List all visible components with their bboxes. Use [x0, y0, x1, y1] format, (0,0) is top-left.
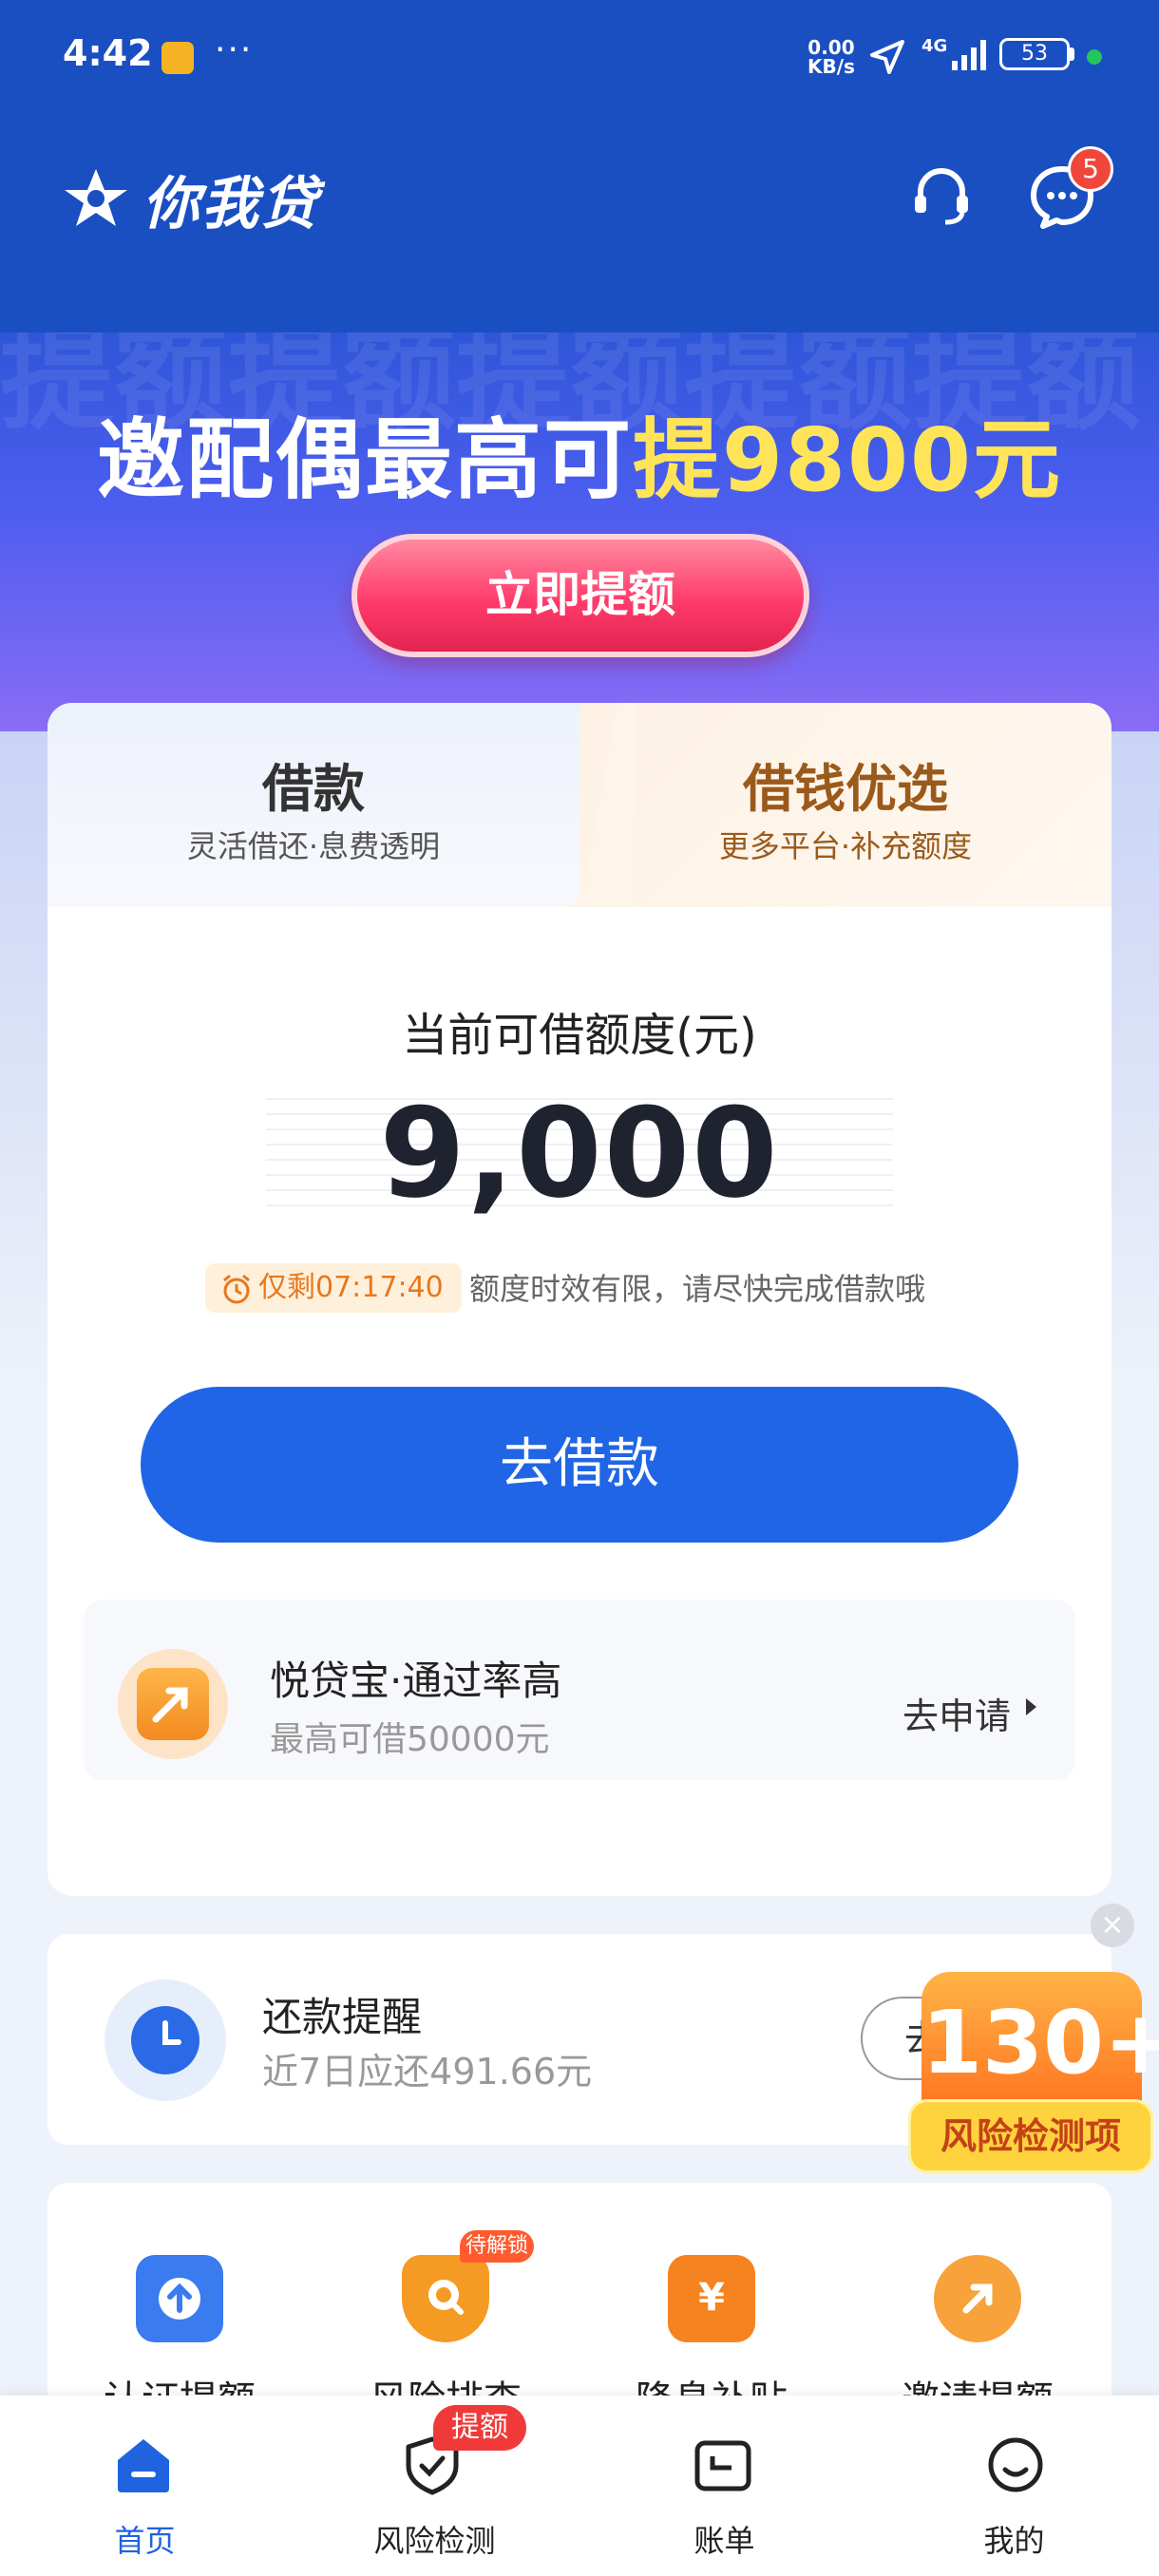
location-arrow-icon	[870, 40, 904, 74]
promo-apply-link[interactable]: 去申请	[902, 1687, 1011, 1739]
borrow-button[interactable]: 去借款	[141, 1387, 1018, 1543]
loan-card: 借款 灵活借还·息费透明 借钱优选 更多平台·补充额度 当前可借额度(元) 9,…	[48, 703, 1112, 1896]
notification-app-icon	[162, 42, 194, 74]
tab-borrow-subtitle: 灵活借还·息费透明	[186, 828, 441, 864]
promo-arrow-icon	[137, 1668, 209, 1740]
tab-borrow-title[interactable]: 借款	[48, 747, 580, 822]
up-arrow-glyph	[159, 2278, 200, 2320]
raise-limit-button[interactable]: 立即提额	[352, 534, 809, 657]
reminder-subtitle: 近7日应还491.66元	[262, 2051, 593, 2093]
caret-right-icon	[1026, 1698, 1036, 1715]
bill-icon[interactable]	[692, 2434, 754, 2496]
heart-arrow-glyph	[962, 2283, 993, 2314]
risk-check-float-label[interactable]: 风险检测项	[908, 2099, 1153, 2173]
nav-item-home[interactable]: 首页	[0, 2517, 290, 2561]
battery-tip	[1070, 47, 1074, 61]
banner-title: 邀配偶最高可提9800元	[0, 389, 1159, 516]
app-name: 你我贷	[142, 171, 319, 237]
yen-glyph: ¥	[698, 2276, 725, 2320]
promo-arrow-glyph	[152, 1687, 188, 1723]
promo-banner[interactable]: 提额提额提额提额提额 邀配偶最高可提9800元 立即提额	[0, 332, 1159, 731]
message-badge: 5	[1068, 146, 1113, 192]
tab-preferred-subtitle: 更多平台·补充额度	[718, 828, 973, 864]
nav-item-mine[interactable]: 我的	[869, 2517, 1159, 2561]
network-speed-value: 0.00	[808, 36, 855, 59]
certify-raise-icon[interactable]	[136, 2255, 223, 2342]
risk-scan-icon[interactable]	[402, 2255, 489, 2342]
magnifier-glyph	[428, 2280, 464, 2315]
nav-item-bills[interactable]: 账单	[580, 2517, 869, 2561]
banner-title-highlight: 提9800元	[632, 409, 1063, 511]
network-speed: 0.00 KB/s	[808, 38, 855, 76]
clock-icon	[131, 2006, 200, 2074]
invite-raise-icon[interactable]	[934, 2255, 1021, 2342]
more-notifications-icon: ···	[215, 30, 254, 69]
alarm-clock-icon	[223, 1274, 250, 1304]
signal-icon	[952, 40, 986, 70]
customer-service-icon[interactable]	[907, 161, 976, 230]
nav-item-risk-check[interactable]: 风险检测	[290, 2517, 580, 2561]
countdown-note: 额度时效有限，请尽快完成借款哦	[469, 1271, 926, 1307]
reminder-title: 还款提醒	[262, 1994, 423, 2040]
risk-nav-badge: 提额	[433, 2405, 526, 2451]
available-credit-amount: 9,000	[379, 1081, 780, 1225]
home-icon[interactable]	[112, 2434, 175, 2496]
battery-icon: 53	[999, 38, 1070, 70]
svg-text:¥: ¥	[698, 2276, 725, 2320]
network-type: 4G	[922, 36, 948, 56]
tab-preferred-title[interactable]: 借钱优选	[580, 747, 1112, 822]
rate-subsidy-icon[interactable]: ¥	[668, 2255, 755, 2342]
profile-icon[interactable]	[984, 2434, 1047, 2496]
status-time: 4:42	[63, 32, 153, 74]
promo-subtitle: 最高可借50000元	[270, 1720, 550, 1759]
banner-title-main: 邀配偶最高可	[96, 409, 633, 511]
locked-badge: 待解锁	[460, 2230, 534, 2263]
available-credit-label: 当前可借额度(元)	[402, 1009, 757, 1062]
privacy-indicator-dot	[1087, 49, 1102, 65]
network-speed-unit: KB/s	[808, 55, 855, 78]
promo-title: 悦贷宝·通过率高	[270, 1657, 562, 1704]
clock-hands	[162, 2020, 181, 2045]
float-close-icon[interactable]: ×	[1091, 1904, 1134, 1947]
app-logo-icon	[65, 169, 127, 226]
